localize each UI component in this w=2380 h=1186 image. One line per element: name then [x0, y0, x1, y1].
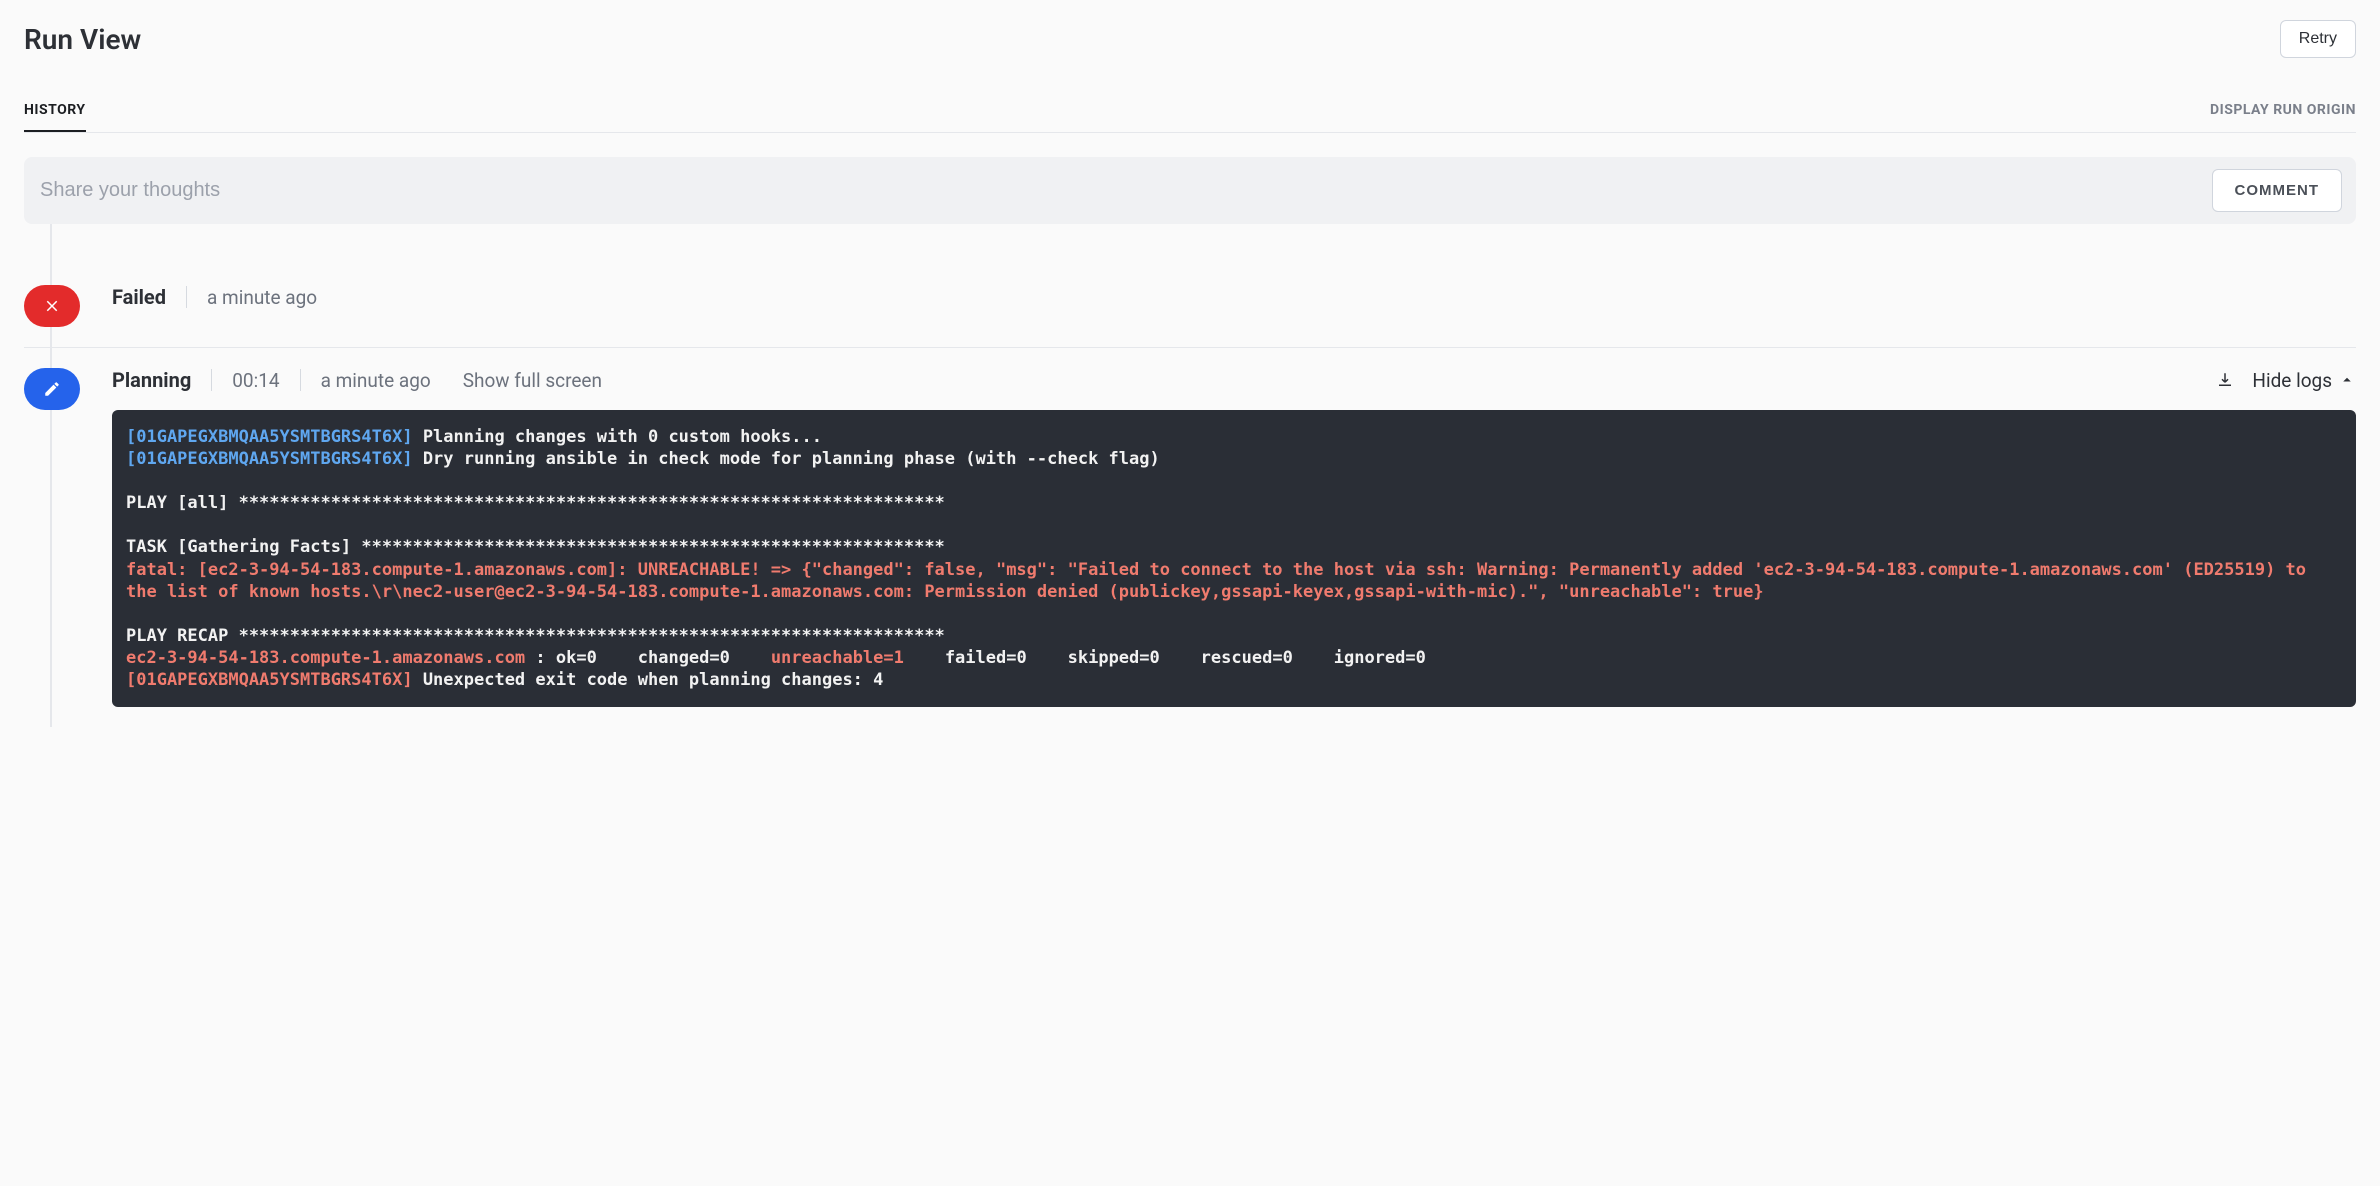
page-title: Run View	[24, 23, 141, 56]
show-full-screen-link[interactable]: Show full screen	[463, 369, 602, 392]
hide-logs-button[interactable]: Hide logs	[2252, 369, 2356, 392]
event-name-planning: Planning	[112, 368, 191, 392]
log-prefix: [01GAPEGXBMQAA5YSMTBGRS4T6X]	[126, 670, 413, 690]
log-recap-unreachable: unreachable=1	[771, 648, 904, 668]
timeline: Failed a minute ago Planning 00:14 a min…	[24, 264, 2356, 727]
retry-button[interactable]: Retry	[2280, 20, 2356, 58]
event-time-planning: a minute ago	[321, 369, 431, 392]
planning-icon	[24, 368, 80, 410]
log-play-header: PLAY [all] *****************************…	[126, 493, 945, 513]
log-recap-header: PLAY RECAP *****************************…	[126, 626, 945, 646]
page-header: Run View Retry	[24, 20, 2356, 58]
event-name-failed: Failed	[112, 285, 166, 309]
separator	[211, 369, 212, 391]
event-planning: Planning 00:14 a minute ago Show full sc…	[24, 347, 2356, 727]
log-output: [01GAPEGXBMQAA5YSMTBGRS4T6X] Planning ch…	[112, 410, 2356, 707]
log-text: Dry running ansible in check mode for pl…	[413, 449, 1160, 469]
log-prefix: [01GAPEGXBMQAA5YSMTBGRS4T6X]	[126, 449, 413, 469]
event-duration-planning: 00:14	[232, 369, 279, 392]
comment-box: COMMENT	[24, 157, 2356, 224]
log-exit-code: Unexpected exit code when planning chang…	[413, 670, 884, 690]
tabs-bar: HISTORY DISPLAY RUN ORIGIN	[24, 90, 2356, 133]
log-recap-stats: : ok=0 changed=0	[525, 648, 771, 668]
log-fatal-error: fatal: [ec2-3-94-54-183.compute-1.amazon…	[126, 560, 2316, 602]
log-recap-host: ec2-3-94-54-183.compute-1.amazonaws.com	[126, 648, 525, 668]
separator	[186, 286, 187, 308]
separator	[300, 369, 301, 391]
log-text: Planning changes with 0 custom hooks...	[413, 427, 822, 447]
log-task-header: TASK [Gathering Facts] *****************…	[126, 537, 945, 557]
failed-icon	[24, 285, 80, 327]
chevron-up-icon	[2338, 371, 2356, 389]
event-failed: Failed a minute ago	[24, 264, 2356, 347]
comment-button[interactable]: COMMENT	[2212, 169, 2343, 212]
comment-input[interactable]	[38, 173, 2200, 208]
log-recap-stats: failed=0 skipped=0 rescued=0 ignored=0	[904, 648, 1426, 668]
log-prefix: [01GAPEGXBMQAA5YSMTBGRS4T6X]	[126, 427, 413, 447]
event-time-failed: a minute ago	[207, 286, 317, 309]
download-logs-button[interactable]	[2216, 371, 2234, 389]
tab-history[interactable]: HISTORY	[24, 90, 86, 132]
hide-logs-label: Hide logs	[2252, 369, 2332, 392]
tab-display-run-origin[interactable]: DISPLAY RUN ORIGIN	[2210, 90, 2356, 132]
